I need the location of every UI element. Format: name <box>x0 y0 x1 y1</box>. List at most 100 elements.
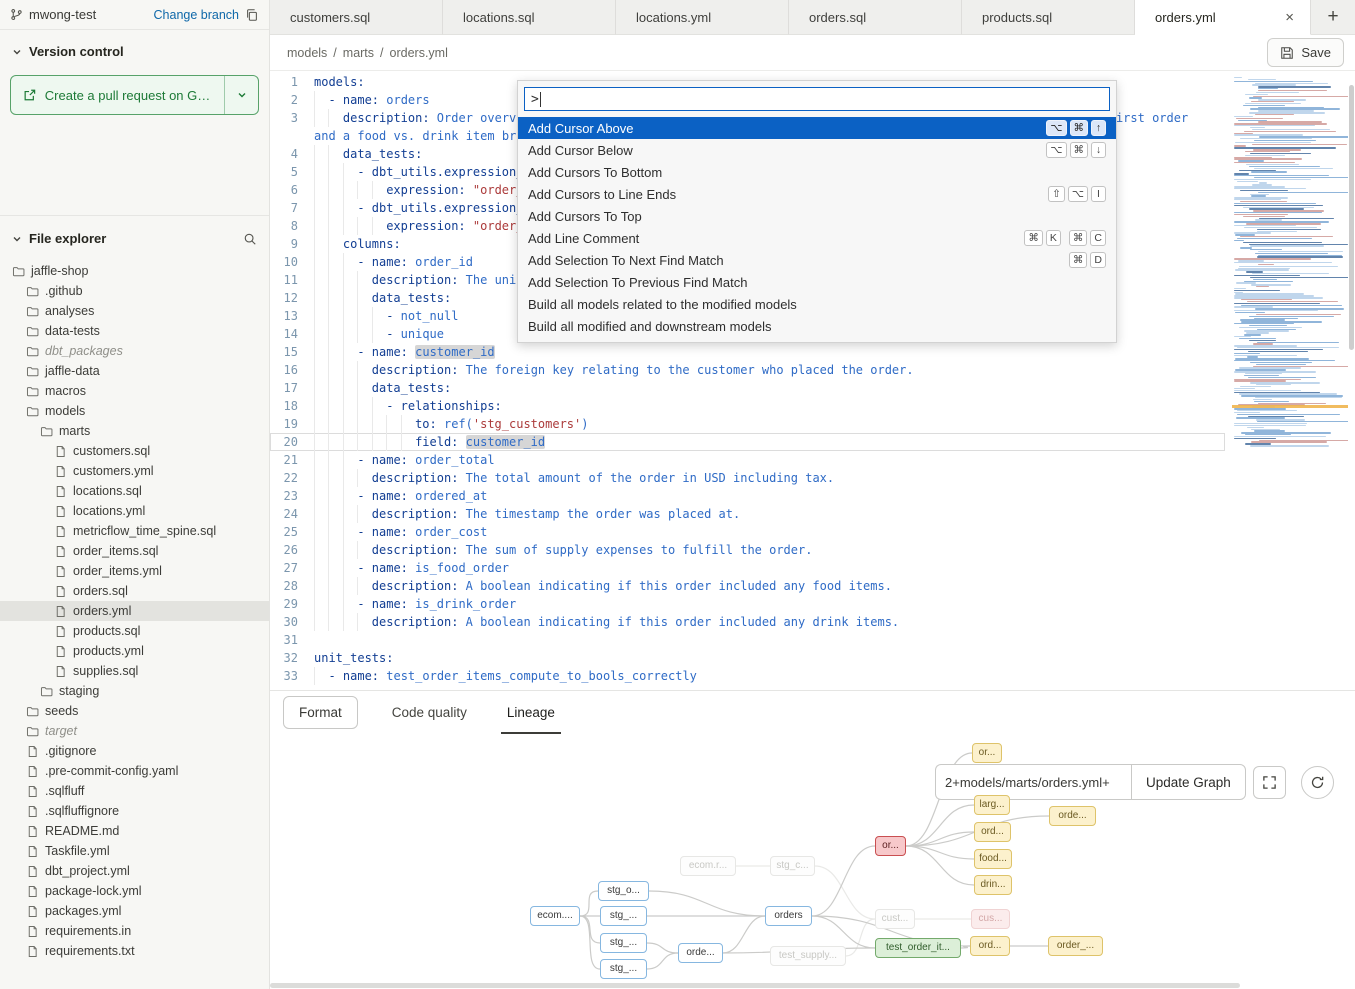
lineage-node-orde[interactable]: orde... <box>678 943 723 963</box>
line-number[interactable]: 22 <box>270 469 314 487</box>
code-line-text[interactable]: - name: is_food_order <box>314 559 1209 577</box>
line-number[interactable]: 12 <box>270 289 314 307</box>
panel-tab-lineage[interactable]: Lineage <box>501 691 561 734</box>
line-number[interactable]: 30 <box>270 613 314 631</box>
palette-item-add-selection-to-next-find-match[interactable]: Add Selection To Next Find Match⌘D <box>518 249 1116 271</box>
tree-folder-analyses[interactable]: analyses <box>0 301 269 321</box>
line-number[interactable]: 21 <box>270 451 314 469</box>
code-line-text[interactable]: - name: is_drink_order <box>314 595 1209 613</box>
tree-file-package-lock-yml[interactable]: package-lock.yml <box>0 881 269 901</box>
panel-tab-code-quality[interactable]: Code quality <box>386 691 473 734</box>
tree-file-products-sql[interactable]: products.sql <box>0 621 269 641</box>
tree-folder-dbt-packages[interactable]: dbt_packages <box>0 341 269 361</box>
change-branch-link[interactable]: Change branch <box>154 8 239 22</box>
tab-customers-sql[interactable]: customers.sql <box>270 0 443 35</box>
save-button[interactable]: Save <box>1267 38 1344 67</box>
line-number[interactable]: 10 <box>270 253 314 271</box>
code-line-text[interactable]: unit_tests: <box>314 649 1209 667</box>
horizontal-scrollbar-thumb[interactable] <box>270 983 1240 988</box>
lineage-node-stg[interactable]: stg_... <box>600 959 647 979</box>
tab-orders-yml[interactable]: orders.yml× <box>1135 0 1311 35</box>
code-line-text[interactable]: data_tests: <box>314 379 1209 397</box>
lineage-node-orders[interactable]: orders <box>765 906 812 926</box>
tree-file-locations-yml[interactable]: locations.yml <box>0 501 269 521</box>
code-editor[interactable]: 1models:2 - name: orders3 description: O… <box>270 71 1355 690</box>
lineage-node-or[interactable]: or... <box>875 836 906 856</box>
line-number[interactable]: 5 <box>270 163 314 181</box>
line-number[interactable]: 2 <box>270 91 314 109</box>
minimap[interactable] <box>1232 73 1348 690</box>
palette-item-add-cursor-below[interactable]: Add Cursor Below⌥⌘↓ <box>518 139 1116 161</box>
palette-item-add-selection-to-previous-find-match[interactable]: Add Selection To Previous Find Match <box>518 271 1116 293</box>
new-tab-button[interactable]: + <box>1317 6 1348 28</box>
code-line-text[interactable]: - name: order_total <box>314 451 1209 469</box>
tree-folder-data-tests[interactable]: data-tests <box>0 321 269 341</box>
tree-folder-github[interactable]: .github <box>0 281 269 301</box>
fullscreen-button[interactable] <box>1253 766 1286 799</box>
tab-locations-yml[interactable]: locations.yml <box>616 0 789 35</box>
code-line-text[interactable]: description: The total amount of the ord… <box>314 469 1209 487</box>
pr-dropdown-button[interactable] <box>224 76 258 114</box>
line-number[interactable]: 11 <box>270 271 314 289</box>
line-number[interactable]: 29 <box>270 595 314 613</box>
tree-file-metricflow-time-spine-sql[interactable]: metricflow_time_spine.sql <box>0 521 269 541</box>
palette-item-add-line-comment[interactable]: Add Line Comment⌘K⌘C <box>518 227 1116 249</box>
code-line-text[interactable]: description: A boolean indicating if thi… <box>314 613 1209 631</box>
tree-file-requirements-in[interactable]: requirements.in <box>0 921 269 941</box>
lineage-node-stg-o[interactable]: stg_o... <box>598 881 649 901</box>
code-line-text[interactable]: description: The sum of supply expenses … <box>314 541 1209 559</box>
version-control-header[interactable]: Version control <box>0 30 269 59</box>
tab-locations-sql[interactable]: locations.sql <box>443 0 616 35</box>
tree-file-pre-commit-config-yaml[interactable]: .pre-commit-config.yaml <box>0 761 269 781</box>
tree-file-locations-sql[interactable]: locations.sql <box>0 481 269 501</box>
search-icon[interactable] <box>243 232 257 246</box>
tree-folder-macros[interactable]: macros <box>0 381 269 401</box>
line-number[interactable]: 6 <box>270 181 314 199</box>
code-line-text[interactable]: to: ref('stg_customers') <box>314 415 1209 433</box>
tree-folder-models[interactable]: models <box>0 401 269 421</box>
editor-scrollbar[interactable] <box>1349 85 1354 350</box>
tree-file-orders-sql[interactable]: orders.sql <box>0 581 269 601</box>
code-line-text[interactable]: - name: ordered_at <box>314 487 1209 505</box>
line-number[interactable]: 9 <box>270 235 314 253</box>
line-number[interactable]: 18 <box>270 397 314 415</box>
line-number[interactable]: 15 <box>270 343 314 361</box>
update-graph-button[interactable]: Update Graph <box>1131 764 1246 800</box>
tree-folder-jaffle-data[interactable]: jaffle-data <box>0 361 269 381</box>
lineage-node-or[interactable]: or... <box>972 743 1002 763</box>
tree-file-supplies-sql[interactable]: supplies.sql <box>0 661 269 681</box>
lineage-node-ecom[interactable]: ecom.... <box>530 906 580 926</box>
line-number[interactable]: 17 <box>270 379 314 397</box>
lineage-node-larg[interactable]: larg... <box>974 795 1010 815</box>
palette-item-add-cursors-to-line-ends[interactable]: Add Cursors to Line Ends⇧⌥I <box>518 183 1116 205</box>
tree-file-customers-sql[interactable]: customers.sql <box>0 441 269 461</box>
code-line-text[interactable]: - name: order_cost <box>314 523 1209 541</box>
tree-file-sqlfluff[interactable]: .sqlfluff <box>0 781 269 801</box>
palette-item-build-all-modified-and-downstream-models[interactable]: Build all modified and downstream models <box>518 315 1116 337</box>
lineage-node-stg[interactable]: stg_... <box>600 933 647 953</box>
tab-orders-sql[interactable]: orders.sql <box>789 0 962 35</box>
tab-products-sql[interactable]: products.sql <box>962 0 1135 35</box>
line-number[interactable]: 13 <box>270 307 314 325</box>
palette-item-add-cursors-to-bottom[interactable]: Add Cursors To Bottom <box>518 161 1116 183</box>
line-number[interactable]: 31 <box>270 631 314 649</box>
tree-folder-target[interactable]: target <box>0 721 269 741</box>
format-button[interactable]: Format <box>283 696 358 729</box>
code-line-text[interactable]: field: customer_id <box>314 433 1209 451</box>
tree-folder-marts[interactable]: marts <box>0 421 269 441</box>
line-number[interactable]: 25 <box>270 523 314 541</box>
lineage-node-ecom-r[interactable]: ecom.r... <box>680 856 736 876</box>
line-number[interactable]: 20 <box>270 433 314 451</box>
code-line-text[interactable]: description: The timestamp the order was… <box>314 505 1209 523</box>
line-number[interactable]: 3 <box>270 109 314 145</box>
code-line-text[interactable]: - relationships: <box>314 397 1209 415</box>
lineage-node-cust[interactable]: cust... <box>875 909 915 929</box>
lineage-node-food[interactable]: food... <box>974 849 1012 869</box>
close-icon[interactable]: × <box>1283 9 1296 26</box>
line-number[interactable]: 4 <box>270 145 314 163</box>
lineage-node-order[interactable]: order_... <box>1048 936 1103 956</box>
line-number[interactable]: 7 <box>270 199 314 217</box>
tree-file-sqlfluffignore[interactable]: .sqlfluffignore <box>0 801 269 821</box>
tree-folder-staging[interactable]: staging <box>0 681 269 701</box>
lineage-node-stg[interactable]: stg_... <box>600 906 647 926</box>
